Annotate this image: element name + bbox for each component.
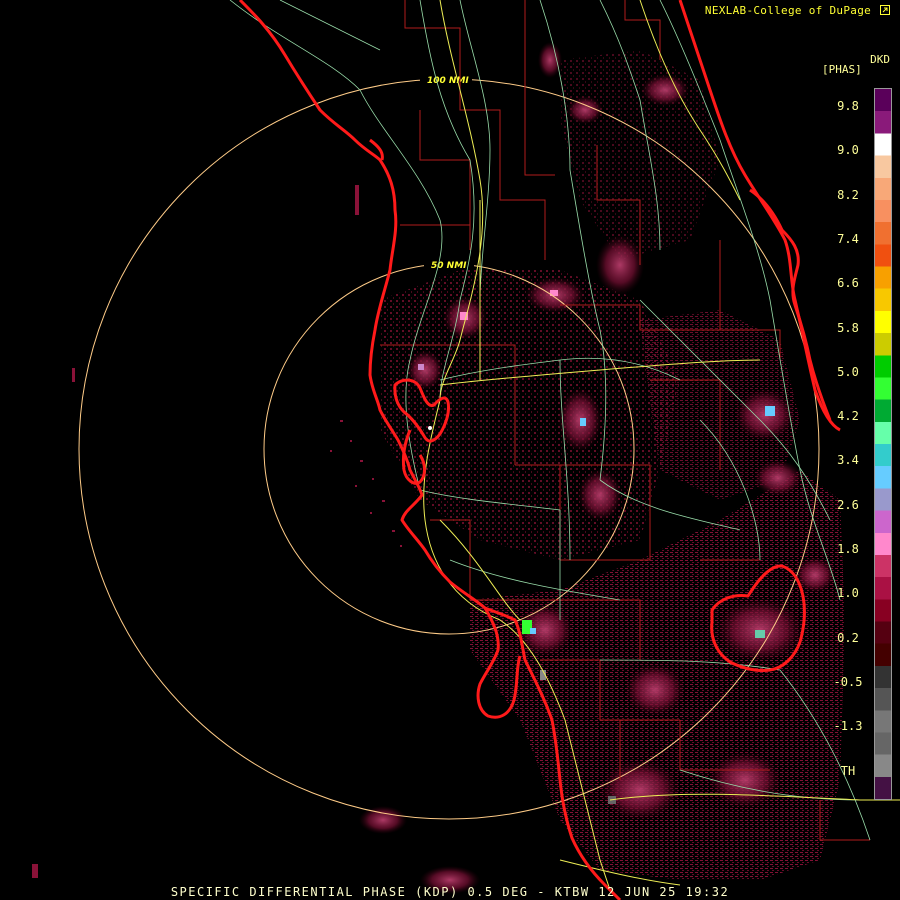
- radar-canvas: 50 NMI 100 NMI: [32, 0, 900, 900]
- range-ring-50-label: 50 NMI: [431, 261, 467, 271]
- colorbar-product: DKD: [870, 53, 890, 66]
- colorbar-tick-label: 2.6: [837, 498, 859, 512]
- colorbar-scale: [874, 88, 892, 800]
- colorbar-tick-label: 9.8: [837, 99, 859, 113]
- colorbar-tick-label: -0.5: [833, 675, 863, 689]
- colorbar-tick-label: TH: [840, 764, 856, 778]
- product-footer: SPECIFIC DIFFERENTIAL PHASE (KDP) 0.5 DE…: [170, 885, 730, 899]
- colorbar-units: [PHAS]: [822, 63, 862, 76]
- colorbar-tick-label: 5.8: [837, 321, 859, 335]
- external-link-icon[interactable]: [880, 5, 890, 15]
- radar-site-marker: [428, 426, 432, 430]
- colorbar-tick-label: 7.4: [837, 232, 859, 246]
- colorbar-tick-label: 6.6: [837, 276, 859, 290]
- ground-clutter: [32, 185, 402, 878]
- range-ring-100-label: 100 NMI: [427, 76, 469, 86]
- colorbar-tick-label: 8.2: [837, 188, 859, 202]
- colorbar-tick-label: 1.0: [837, 586, 859, 600]
- colorbar-tick-label: 9.0: [837, 143, 859, 157]
- colorbar-tick-label: 4.2: [837, 409, 859, 423]
- precipitation-echoes: [32, 42, 845, 894]
- colorbar-tick-label: -1.3: [833, 719, 863, 733]
- colorbar-tick-label: 0.2: [837, 631, 859, 645]
- colorbar-tick-label: 5.0: [837, 365, 859, 379]
- credit-text: NEXLAB-College of DuPage: [704, 4, 872, 17]
- colorbar-tick-label: 3.4: [837, 453, 859, 467]
- range-ring-labels: 50 NMI 100 NMI: [420, 73, 474, 271]
- colorbar-tick-label: 1.8: [837, 542, 859, 556]
- credit-label: NEXLAB-College of DuPage: [705, 4, 890, 17]
